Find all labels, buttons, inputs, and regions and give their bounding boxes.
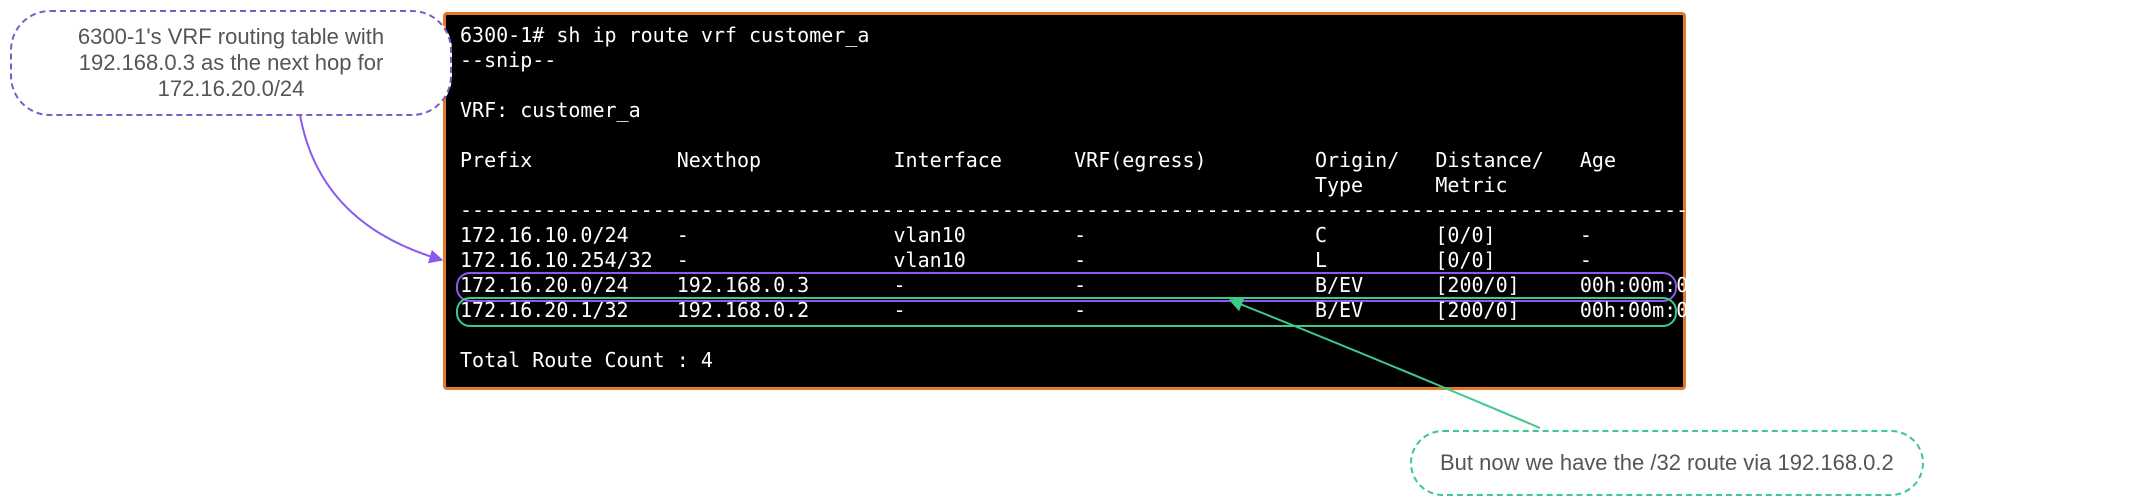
cell-prefix: 172.16.10.254/32	[460, 248, 653, 272]
terminal-prompt-line: 6300-1# sh ip route vrf customer_a	[460, 23, 1669, 48]
table-header-line1: Prefix Nexthop Interface VRF(egress) Ori…	[460, 148, 1669, 173]
hdr-origin1: Origin/	[1315, 148, 1399, 172]
callout-bottom-text: But now we have the /32 route via 192.16…	[1440, 450, 1894, 475]
hdr-interface: Interface	[894, 148, 1002, 172]
table-header-line2: Type Metric	[460, 173, 1669, 198]
cell-origin: C	[1315, 223, 1327, 247]
cell-prefix: 172.16.20.0/24	[460, 273, 629, 297]
arrow-purple	[300, 115, 442, 260]
cell-dist: [0/0]	[1435, 248, 1495, 272]
total-count-line: Total Route Count : 4	[460, 348, 1669, 373]
terminal-vrf-line: VRF: customer_a	[460, 98, 1669, 123]
callout-top-text: 6300-1's VRF routing table with 192.168.…	[78, 24, 384, 101]
cell-age: 00h:00m:03s	[1580, 273, 1712, 297]
terminal-snip: --snip--	[460, 48, 1669, 73]
route-table: 172.16.10.0/24 - vlan10 - C [0/0] - 172.…	[460, 223, 1669, 323]
table-row: 172.16.20.0/24 192.168.0.3 - - B/EV [200…	[460, 273, 1669, 298]
blank-line	[460, 73, 1669, 98]
cell-nexthop: 192.168.0.2	[677, 298, 809, 322]
cell-vrf: -	[1074, 298, 1086, 322]
hdr-vrf: VRF(egress)	[1074, 148, 1206, 172]
hdr-nexthop: Nexthop	[677, 148, 761, 172]
cell-interface: vlan10	[894, 223, 966, 247]
cell-interface: -	[894, 298, 906, 322]
hdr-dist2: Metric	[1435, 173, 1507, 197]
cell-dist: [0/0]	[1435, 223, 1495, 247]
cell-dist: [200/0]	[1435, 298, 1519, 322]
cell-vrf: -	[1074, 273, 1086, 297]
cell-dist: [200/0]	[1435, 273, 1519, 297]
hdr-prefix: Prefix	[460, 148, 532, 172]
cell-nexthop: 192.168.0.3	[677, 273, 809, 297]
cell-age: -	[1580, 248, 1592, 272]
table-row: 172.16.10.254/32 - vlan10 - L [0/0] -	[460, 248, 1669, 273]
hdr-age: Age	[1580, 148, 1616, 172]
hdr-origin2: Type	[1315, 173, 1363, 197]
cell-vrf: -	[1074, 248, 1086, 272]
cell-vrf: -	[1074, 223, 1086, 247]
cell-nexthop: -	[677, 248, 689, 272]
hdr-dist1: Distance/	[1435, 148, 1543, 172]
blank-line	[460, 323, 1669, 348]
cell-age: 00h:00m:03s	[1580, 298, 1712, 322]
cell-origin: B/EV	[1315, 298, 1363, 322]
cell-age: -	[1580, 223, 1592, 247]
cell-interface: vlan10	[894, 248, 966, 272]
callout-bottom: But now we have the /32 route via 192.16…	[1410, 430, 1924, 496]
callout-top: 6300-1's VRF routing table with 192.168.…	[10, 10, 452, 116]
cell-prefix: 172.16.20.1/32	[460, 298, 629, 322]
table-row: 172.16.20.1/32 192.168.0.2 - - B/EV [200…	[460, 298, 1669, 323]
table-separator: ----------------------------------------…	[460, 198, 1669, 223]
cell-interface: -	[894, 273, 906, 297]
cell-prefix: 172.16.10.0/24	[460, 223, 629, 247]
table-row: 172.16.10.0/24 - vlan10 - C [0/0] -	[460, 223, 1669, 248]
blank-line	[460, 123, 1669, 148]
cell-origin: B/EV	[1315, 273, 1363, 297]
cell-nexthop: -	[677, 223, 689, 247]
terminal-window: 6300-1# sh ip route vrf customer_a --sni…	[443, 12, 1686, 390]
cell-origin: L	[1315, 248, 1327, 272]
